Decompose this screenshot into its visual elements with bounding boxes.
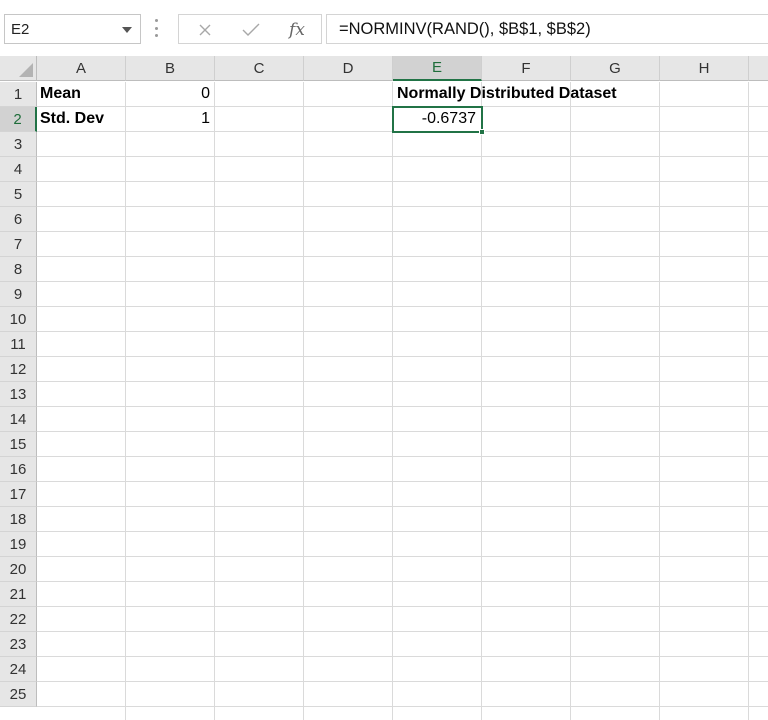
column-header-g[interactable]: G (571, 56, 660, 81)
check-icon[interactable] (233, 17, 269, 43)
chevron-down-icon[interactable] (122, 27, 132, 33)
row-header-24[interactable]: 24 (0, 657, 37, 682)
row-header-2[interactable]: 2 (0, 107, 37, 132)
cell-b1[interactable]: 0 (126, 82, 214, 106)
cell-b2[interactable]: 1 (126, 107, 214, 131)
row-header-3[interactable]: 3 (0, 132, 37, 157)
row-header-7[interactable]: 7 (0, 232, 37, 257)
row-header-22[interactable]: 22 (0, 607, 37, 632)
cell-a2[interactable]: Std. Dev (37, 107, 125, 131)
select-all-button[interactable] (0, 56, 37, 81)
name-box-value: E2 (11, 21, 30, 38)
row-header-14[interactable]: 14 (0, 407, 37, 432)
row-header-21[interactable]: 21 (0, 582, 37, 607)
row-header-19[interactable]: 19 (0, 532, 37, 557)
close-icon[interactable] (187, 17, 223, 43)
row-header-15[interactable]: 15 (0, 432, 37, 457)
column-header-h[interactable]: H (660, 56, 749, 81)
column-header-f[interactable]: F (482, 56, 571, 81)
fill-handle[interactable] (479, 129, 485, 135)
column-header-e[interactable]: E (393, 56, 482, 81)
row-header-13[interactable]: 13 (0, 382, 37, 407)
column-header-c[interactable]: C (215, 56, 304, 81)
formula-text: =NORMINV(RAND(), $B$1, $B$2) (339, 20, 591, 38)
row-header-23[interactable]: 23 (0, 632, 37, 657)
more-options-icon[interactable] (153, 19, 159, 37)
row-header-4[interactable]: 4 (0, 157, 37, 182)
formula-buttons: fx (178, 14, 322, 44)
row-header-18[interactable]: 18 (0, 507, 37, 532)
column-header-d[interactable]: D (304, 56, 393, 81)
row-header-1[interactable]: 1 (0, 82, 37, 107)
formula-bar: E2 fx =NORMINV(RAND(), $B$1, $B$2) (0, 0, 768, 56)
formula-input[interactable]: =NORMINV(RAND(), $B$1, $B$2) (326, 14, 768, 44)
column-header-a[interactable]: A (37, 56, 126, 81)
cell-area[interactable]: Mean 0 Std. Dev 1 Normally Distributed D… (37, 82, 768, 720)
row-header-20[interactable]: 20 (0, 557, 37, 582)
cell-e1[interactable]: Normally Distributed Dataset (394, 82, 674, 106)
row-header-5[interactable]: 5 (0, 182, 37, 207)
spreadsheet-grid: A B C D E F G H 1 2 3 4 5 6 7 8 9 10 11 … (0, 56, 768, 720)
row-header-6[interactable]: 6 (0, 207, 37, 232)
row-header-9[interactable]: 9 (0, 282, 37, 307)
row-header-17[interactable]: 17 (0, 482, 37, 507)
column-header-i[interactable] (749, 56, 768, 81)
column-header-b[interactable]: B (126, 56, 215, 81)
row-header-25[interactable]: 25 (0, 682, 37, 707)
row-header-12[interactable]: 12 (0, 357, 37, 382)
selected-cell-border (392, 106, 483, 133)
insert-function-icon[interactable]: fx (279, 17, 315, 43)
row-header-16[interactable]: 16 (0, 457, 37, 482)
row-header-8[interactable]: 8 (0, 257, 37, 282)
row-header-10[interactable]: 10 (0, 307, 37, 332)
row-header-11[interactable]: 11 (0, 332, 37, 357)
cell-a1[interactable]: Mean (37, 82, 125, 106)
name-box[interactable]: E2 (4, 14, 141, 44)
